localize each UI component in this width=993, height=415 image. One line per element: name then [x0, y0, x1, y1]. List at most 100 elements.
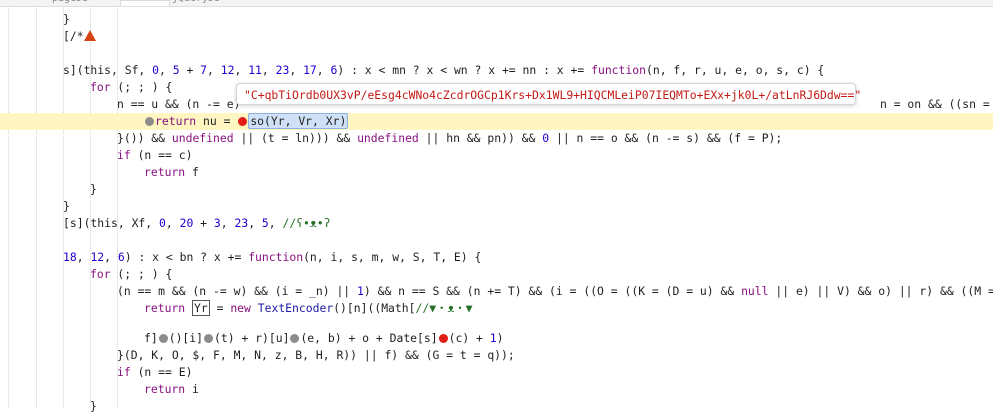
code-line: for (; ; ) {	[0, 266, 993, 283]
code-text: (n == m && (n -= w) && (i = _n) ||	[117, 284, 358, 298]
code-text: (; ; ) {	[110, 267, 173, 281]
code-text: ,	[268, 216, 283, 230]
code-text: ) : x < bn ? x +=	[124, 250, 249, 264]
code-text: ,	[165, 216, 180, 230]
code-text: ,	[159, 63, 173, 77]
breakpoint-icon[interactable]	[238, 117, 248, 126]
inline-breakpoint-icon[interactable]	[290, 334, 300, 343]
code-text: f]	[144, 331, 158, 345]
comment-token: //ʕ•ᴥ•ʔ	[282, 216, 331, 230]
code-text: || (t = ln))) &&	[233, 131, 358, 145]
code-text: }	[63, 199, 70, 213]
number-token: 7	[200, 63, 208, 77]
inline-breakpoint-icon[interactable]	[145, 117, 154, 126]
number-token: 23	[275, 63, 290, 77]
keyword-token: return	[144, 165, 186, 179]
code-text: )	[496, 331, 504, 345]
code-text: (e, b) + o + Date[s]	[300, 331, 438, 345]
number-token: 23	[234, 216, 249, 230]
keyword-token: if	[117, 365, 131, 379]
comment-token: //▼・ᴥ・▼	[415, 301, 473, 315]
number-token: 6	[117, 250, 125, 264]
keyword-token: return	[155, 114, 197, 128]
keyword-token: return	[144, 301, 186, 315]
code-text: ()[n]((Math[	[333, 301, 416, 315]
code-text: (n == E)	[130, 365, 193, 379]
code-text: [/*	[63, 29, 84, 43]
code-line: return Yr = new TextEncoder()[n]((Math[/…	[0, 300, 993, 317]
tab-active[interactable]	[120, 0, 170, 6]
keyword-token: if	[117, 148, 131, 162]
number-token: 11	[248, 63, 262, 77]
code-text: ,	[234, 63, 249, 77]
keyword-token: function	[591, 63, 646, 77]
keyword-token: undefined	[171, 131, 234, 145]
code-line: f] ()[i] (t) + r)[u] (e, b) + o + Date[s] (c…	[0, 330, 993, 347]
keyword-token: new	[230, 301, 251, 315]
code-text: (n == c)	[130, 148, 193, 162]
code-text: }	[90, 182, 97, 196]
code-text: ,	[261, 63, 276, 77]
number-token: 17	[303, 63, 317, 77]
code-line: }()) && undefined || (t = ln))) && undef…	[0, 130, 993, 147]
code-text: ,	[248, 216, 262, 230]
code-text: nu =	[196, 114, 238, 128]
code-text: || e) || V) && o) || r) && ((M = ((F	[775, 284, 993, 298]
value-tooltip[interactable]: "C+qbTiOrdb0UX3vP/eEsg4cWNo4cZcdrOGCp1Kr…	[236, 83, 861, 105]
code-text: }(D, K, O, $, F, M, N, z, B, H, R)) || f…	[117, 348, 515, 362]
code-line: if (n == E)	[0, 364, 993, 381]
code-text: }	[90, 399, 97, 413]
number-token: 12	[90, 250, 105, 264]
number-token: 1	[489, 331, 497, 345]
inline-breakpoint-icon[interactable]	[204, 334, 214, 343]
code-text: ,	[289, 63, 304, 77]
code-text: ,	[207, 63, 221, 77]
code-line: return i	[0, 381, 993, 398]
code-text: ,	[316, 63, 331, 77]
code-text: i	[185, 382, 199, 396]
keyword-token: for	[90, 80, 111, 94]
number-token: 3	[213, 216, 221, 230]
code-text: [s](this, Xf,	[63, 216, 160, 230]
code-line: s](this, Sf, 0, 5 + 7, 12, 11, 23, 17, 6…	[0, 62, 993, 79]
tab-pagejs[interactable]: pageJs	[52, 0, 88, 4]
code-text: s](this, Sf,	[63, 63, 153, 77]
code-text: || hn && pn)) &&	[418, 131, 543, 145]
warning-triangle-icon[interactable]	[83, 30, 96, 41]
code-line: }	[0, 11, 993, 28]
number-token: 0	[159, 216, 166, 230]
code-text: ,	[104, 250, 118, 264]
number-token: 18	[63, 250, 77, 264]
selected-expression[interactable]: so(Yr, Vr, Xr)	[248, 113, 349, 129]
code-text: (n, f, r, u, e, o, s, c) {	[645, 63, 825, 77]
highlighted-identifier[interactable]: Yr	[192, 300, 210, 316]
code-text: =	[209, 301, 231, 315]
code-text: (n, i, s, m, w, S, T, E) {	[303, 250, 482, 264]
code-line: return f	[0, 164, 993, 181]
code-text: (; ; ) {	[110, 80, 173, 94]
editor-tab-bar: pageJs jQueryJs	[0, 0, 993, 7]
keyword-token: function	[248, 250, 304, 264]
number-token: 20	[179, 216, 194, 230]
code-line: 18, 12, 6) : x < bn ? x += function(n, i…	[0, 249, 993, 266]
code-text: n == u && (n -= e)	[117, 97, 241, 111]
number-token: 5	[261, 216, 269, 230]
class-token: TextEncoder	[257, 301, 334, 315]
code-text: (c) +	[448, 331, 490, 345]
current-execution-line: return nu = so(Yr, Vr, Xr)	[0, 113, 993, 130]
breakpoint-icon[interactable]	[438, 334, 448, 343]
code-line: }	[0, 181, 993, 198]
code-text: +	[193, 216, 214, 230]
tab-jqueryjs[interactable]: jQueryJs	[172, 0, 220, 4]
code-text: n = on && ((sn = A) &	[880, 97, 990, 111]
code-text: ()[i]	[168, 331, 204, 345]
inline-breakpoint-icon[interactable]	[158, 334, 168, 343]
code-text: (t) + r)[u]	[214, 331, 290, 345]
code-text: f	[185, 165, 199, 179]
number-token: 12	[220, 63, 235, 77]
code-text: ,	[220, 216, 235, 230]
keyword-token: return	[144, 382, 186, 396]
keyword-token: null	[741, 284, 769, 298]
number-token: 0	[152, 63, 160, 77]
